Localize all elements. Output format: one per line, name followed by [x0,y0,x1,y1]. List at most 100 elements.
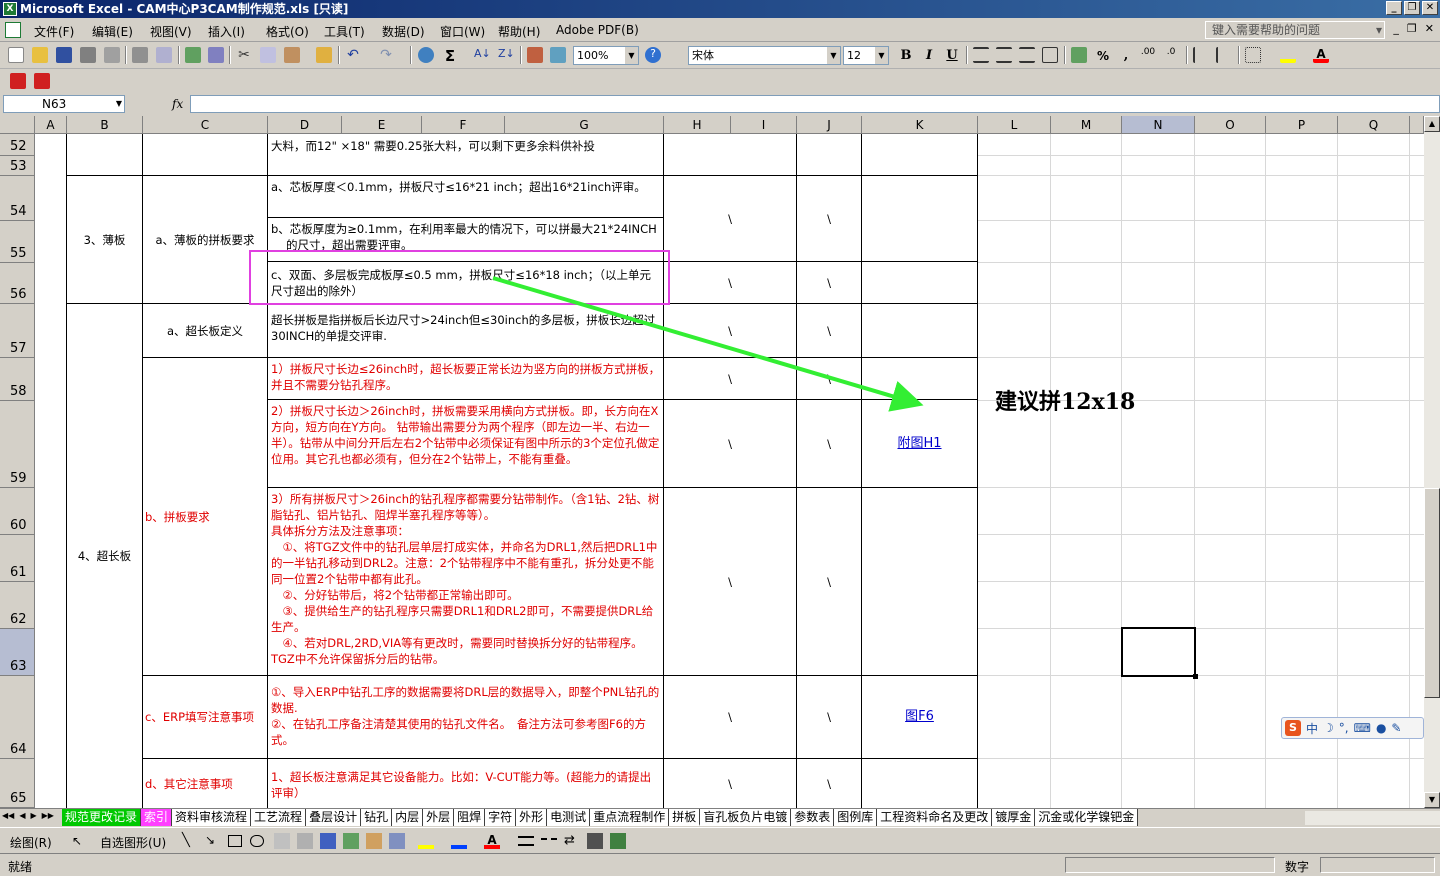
textbox-icon[interactable] [274,833,290,849]
fill-handle[interactable] [1193,674,1198,679]
align-right-icon[interactable] [1019,47,1035,63]
spelling-icon[interactable] [185,47,201,63]
scroll-thumb[interactable] [1424,488,1440,698]
help-icon[interactable]: ? [645,47,661,63]
oval-icon[interactable] [250,835,264,847]
doc-close-button[interactable]: ✕ [1425,22,1434,35]
dash-style-icon[interactable] [541,838,557,848]
sogou-logo-icon[interactable]: S [1285,720,1301,736]
sheet-tab-process-flow[interactable]: 工艺流程 [251,809,307,826]
name-box[interactable]: N63 ▼ [3,95,125,113]
sheet-tab-panelization[interactable]: 拼板 [669,809,701,826]
print-icon[interactable] [132,47,148,63]
menu-help[interactable]: 帮助(H) [498,23,540,40]
increase-decimal-icon[interactable]: .00 [1140,47,1156,63]
sheet-tab-naming[interactable]: 工程资料命名及更改 [877,809,993,826]
worksheet-grid[interactable]: A B C D E F G H I J K L M N O P Q 52 53 … [0,116,1424,808]
italic-button[interactable]: I [920,47,938,65]
chevron-down-icon[interactable]: ▼ [116,96,122,112]
close-button[interactable]: ✕ [1422,1,1438,15]
clipart-icon[interactable] [366,833,382,849]
menu-window[interactable]: 窗口(W) [440,23,485,40]
font-color-icon[interactable]: A [1313,47,1329,63]
line-style-icon[interactable] [518,836,534,846]
doc-restore-button[interactable]: ❐ [1407,22,1417,35]
menu-file[interactable]: 文件(F) [34,23,74,40]
sheet-tab-inner-layer[interactable]: 内层 [392,809,424,826]
formula-input[interactable] [190,95,1440,113]
email-icon[interactable] [104,47,120,63]
sheet-tab-stackup[interactable]: 叠层设计 [306,809,362,826]
font-select[interactable]: 宋体 ▼ [688,46,841,65]
wrench-icon[interactable]: ✎ [1391,721,1401,735]
hyperlink-icon[interactable] [418,47,434,63]
chevron-down-icon[interactable]: ▾ [1376,22,1382,38]
undo-icon[interactable]: ↶ [345,47,361,63]
help-question-input[interactable]: 键入需要帮助的问题 ▾ [1205,21,1385,39]
sheet-tab-parameters[interactable]: 参数表 [791,809,835,826]
ime-toolbar[interactable]: S 中 ☽ °, ⌨ ● ✎ [1281,717,1424,739]
arrow-style-icon[interactable]: ⇄ [564,833,580,849]
menu-insert[interactable]: 插入(I) [208,23,245,40]
prev-sheet-icon[interactable]: ◀ [19,811,25,820]
format-painter-icon[interactable] [316,47,332,63]
vertical-scrollbar[interactable]: ▲ ▼ [1424,116,1440,808]
menu-data[interactable]: 数据(D) [382,23,425,40]
sheet-tab-electrical-test[interactable]: 电测试 [547,809,591,826]
convert-pdf-email-icon[interactable] [34,73,50,89]
next-sheet-icon[interactable]: ▶ [30,811,36,820]
align-left-icon[interactable] [973,47,989,63]
sort-ascending-icon[interactable]: A↓ [474,47,491,63]
chevron-down-icon[interactable]: ▼ [875,47,888,64]
convert-pdf-icon[interactable] [10,73,26,89]
font-color-draw-icon[interactable]: A [484,833,500,849]
moon-icon[interactable]: ☽ [1323,721,1334,735]
vertical-textbox-icon[interactable] [297,833,313,849]
sheet-tab-drilling[interactable]: 钻孔 [361,809,393,826]
keyboard-icon[interactable]: ⌨ [1354,721,1371,735]
arrow-icon[interactable]: ↘ [205,833,221,849]
sheet-tab-blind-via[interactable]: 盲孔板负片电镀 [700,809,792,826]
chevron-down-icon[interactable]: ▼ [827,47,840,64]
fill-color-draw-icon[interactable] [418,833,434,849]
wordart-icon[interactable] [320,833,336,849]
sort-descending-icon[interactable]: Z↓ [498,47,515,63]
open-icon[interactable] [32,47,48,63]
save-icon[interactable] [56,47,72,63]
decrease-indent-icon[interactable] [1193,47,1209,63]
3d-icon[interactable] [610,833,626,849]
paste-icon[interactable] [284,47,300,63]
sheet-tab-enig[interactable]: 沉金或化学镍钯金 [1035,809,1139,826]
first-sheet-icon[interactable]: ◀◀ [2,811,14,820]
sheet-tab-key-process[interactable]: 重点流程制作 [590,809,670,826]
shadow-icon[interactable] [587,833,603,849]
menu-tools[interactable]: 工具(T) [324,23,365,40]
menu-format[interactable]: 格式(O) [266,23,309,40]
restore-button[interactable]: ❐ [1404,1,1420,15]
increase-indent-icon[interactable] [1216,47,1232,63]
copy-icon[interactable] [260,47,276,63]
permission-icon[interactable] [80,47,96,63]
autoshapes-menu[interactable]: 自选图形(U) [100,834,166,851]
redo-icon[interactable]: ↷ [378,47,394,63]
sheet-tab-thick-gold[interactable]: 镀厚金 [992,809,1036,826]
drawing-icon[interactable] [550,47,566,63]
cut-icon[interactable]: ✂ [236,47,252,63]
draw-menu[interactable]: 绘图(R) [10,834,52,851]
menu-edit[interactable]: 编辑(E) [92,23,133,40]
sheet-tab-solder-mask[interactable]: 阻焊 [454,809,486,826]
selected-cell-n63[interactable] [1121,627,1198,679]
ime-chinese-mode[interactable]: 中 [1306,720,1318,737]
green-arrow[interactable] [0,116,1424,808]
line-icon[interactable]: ╲ [182,833,198,849]
sheet-tab-index[interactable]: 索引 [141,809,173,826]
bold-button[interactable]: B [897,47,915,65]
scroll-up-button[interactable]: ▲ [1424,116,1440,132]
scroll-down-button[interactable]: ▼ [1424,792,1440,808]
sheet-tab-figures[interactable]: 图例库 [834,809,878,826]
new-icon[interactable] [8,47,24,63]
underline-button[interactable]: U [943,47,961,65]
horizontal-scrollbar[interactable] [1305,811,1440,825]
decrease-decimal-icon[interactable]: .0 [1163,47,1179,63]
sheet-tab-change-log[interactable]: 规范更改记录 [62,809,142,826]
